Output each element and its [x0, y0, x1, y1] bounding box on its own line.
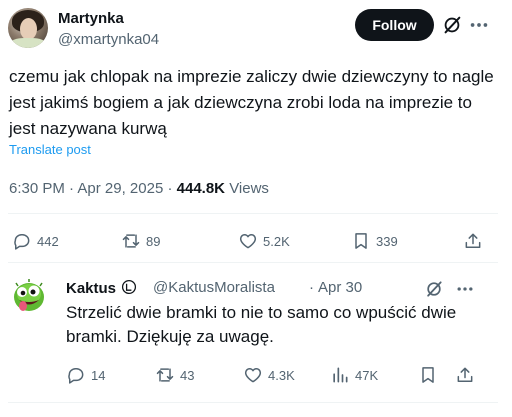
post-time[interactable]: 6:30 PM [9, 180, 65, 197]
post-text: czemu jak chlopak na imprezie zaliczy dw… [9, 67, 494, 138]
like-action[interactable]: 5.2K [238, 231, 290, 251]
reply-repost-count: 43 [180, 367, 195, 383]
share-icon [457, 367, 473, 382]
repost-count: 89 [146, 233, 161, 249]
reply-action[interactable]: 442 [12, 231, 59, 251]
bookmark-icon [422, 367, 434, 383]
author-avatar[interactable] [8, 8, 48, 48]
bookmark-count: 339 [376, 233, 398, 249]
grok-icon[interactable] [441, 14, 463, 36]
reply-views-action[interactable]: 47K [330, 365, 378, 385]
more-dots-icon[interactable] [455, 279, 475, 299]
post-date[interactable]: Apr 29, 2025 [77, 180, 163, 197]
reply-reply-count: 14 [91, 367, 106, 383]
reply-count: 442 [37, 233, 59, 249]
reply-like-count: 4.3K [268, 367, 295, 383]
author-handle[interactable]: @xmartynka04 [58, 31, 159, 48]
reply-share-action[interactable] [455, 365, 475, 385]
bookmark-icon [355, 233, 367, 249]
cactus-avatar-image [14, 279, 44, 311]
speech-bubble-icon [68, 368, 84, 384]
post-meta: 6:30 PM · Apr 29, 2025 · 444.8K Views [9, 180, 269, 197]
copyleft-icon [122, 279, 137, 295]
repost-arrows-icon [122, 234, 140, 248]
heart-icon [239, 234, 257, 249]
repost-arrows-icon [156, 368, 174, 382]
reply-text: Strzelić dwie bramki to nie to samo co w… [66, 303, 457, 346]
more-dots-icon[interactable] [468, 14, 490, 36]
share-icon [465, 233, 481, 248]
share-action[interactable] [463, 231, 483, 251]
reply-date[interactable]: Apr 30 [318, 279, 362, 296]
divider [8, 402, 498, 403]
heart-icon [244, 368, 262, 383]
bookmark-action[interactable]: 339 [351, 231, 398, 251]
follow-button[interactable]: Follow [355, 9, 434, 41]
divider [8, 213, 498, 214]
views-count: 444.8K [176, 180, 226, 197]
reply-author-avatar[interactable] [9, 275, 49, 315]
bar-chart-icon [333, 367, 348, 383]
reply-author-name-text: Kaktus [66, 280, 117, 297]
reply-separator: · [309, 279, 314, 296]
like-count: 5.2K [263, 233, 290, 249]
reply-like-action[interactable]: 4.3K [243, 365, 295, 385]
grok-icon[interactable] [424, 279, 444, 299]
speech-bubble-icon [14, 234, 30, 250]
reply-author-handle[interactable]: @KaktusMoralista [153, 279, 275, 296]
meta-separator: · [69, 180, 75, 197]
translate-link[interactable]: Translate post [9, 142, 91, 157]
author-name[interactable]: Martynka [58, 10, 124, 27]
reply-bookmark-action[interactable] [418, 365, 438, 385]
reply-views-count: 47K [355, 367, 379, 383]
reply-repost-action[interactable]: 43 [155, 365, 194, 385]
views-label: Views [229, 180, 269, 197]
divider [8, 262, 498, 263]
reply-reply-action[interactable]: 14 [66, 365, 105, 385]
meta-separator-2: · [167, 180, 173, 197]
repost-action[interactable]: 89 [121, 231, 160, 251]
reply-author-name[interactable]: Kaktus [66, 279, 137, 297]
